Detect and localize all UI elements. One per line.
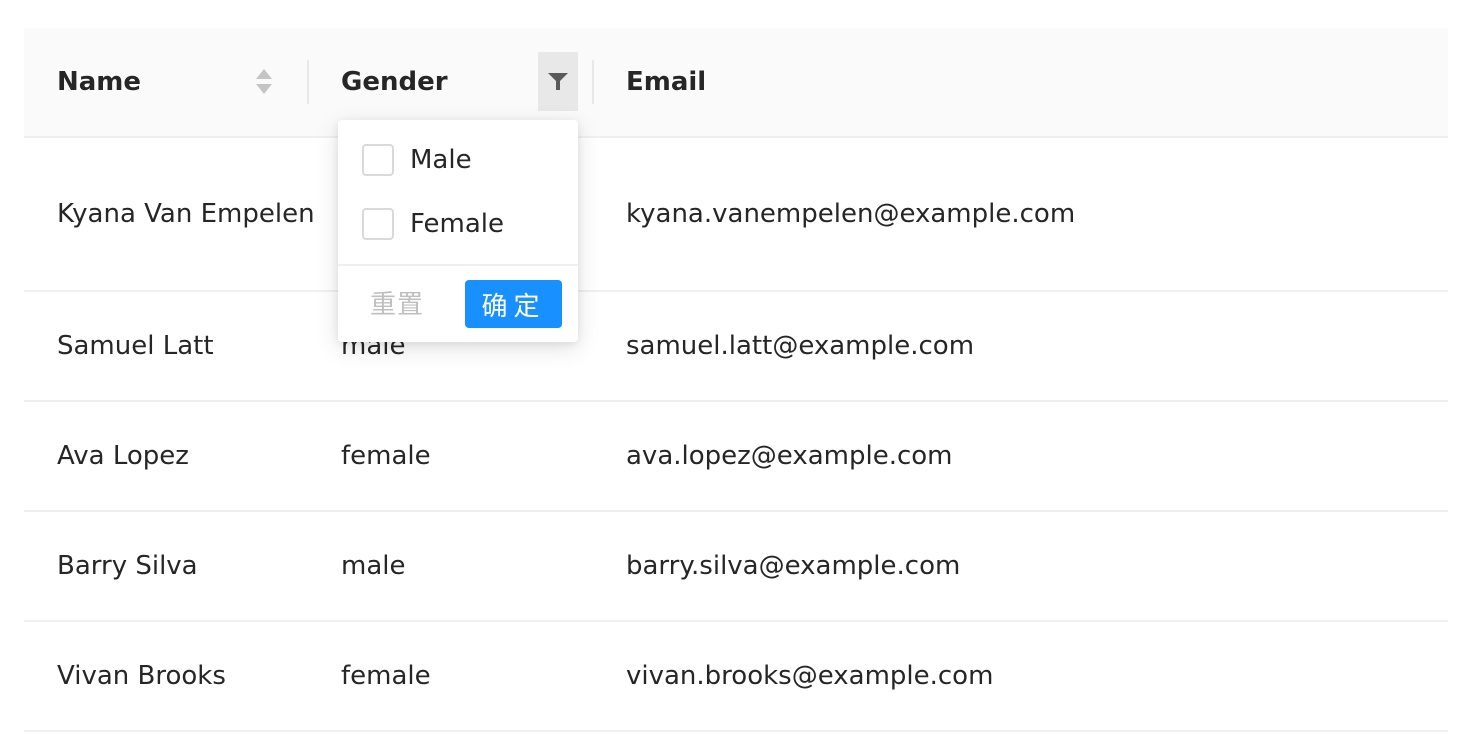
reset-button[interactable]: 重置	[370, 284, 424, 321]
filter-option-label: Female	[410, 209, 505, 239]
cell-name: Kyana Van Empelen	[57, 199, 315, 229]
cell-email: barry.silva@example.com	[626, 551, 961, 581]
table-row: Ava Lopez female ava.lopez@example.com	[24, 402, 1448, 512]
table-header: Name Gender Email	[24, 28, 1448, 138]
column-header-name-label: Name	[57, 67, 142, 97]
table-row: Vivan Brooks female vivan.brooks@example…	[24, 622, 1448, 732]
checkbox[interactable]	[362, 208, 394, 240]
cell-gender: male	[341, 551, 406, 581]
users-table: Name Gender Email Kyana Van Empelen fema…	[24, 28, 1448, 732]
cell-email: samuel.latt@example.com	[626, 331, 975, 361]
cell-email: vivan.brooks@example.com	[626, 661, 994, 691]
cell-name: Barry Silva	[57, 551, 198, 581]
column-divider	[307, 60, 309, 104]
column-header-email-label: Email	[626, 67, 707, 97]
cell-email: ava.lopez@example.com	[626, 441, 953, 471]
table-row: Kyana Van Empelen female kyana.vanempele…	[24, 138, 1448, 292]
column-header-name[interactable]: Name	[57, 28, 317, 136]
sort-descend-icon[interactable]	[256, 84, 272, 94]
sort-caret-icon[interactable]	[256, 69, 274, 97]
cell-email: kyana.vanempelen@example.com	[626, 199, 1076, 229]
cell-name: Vivan Brooks	[57, 661, 226, 691]
gender-filter-dropdown: Male Female 重置 确定	[338, 120, 578, 342]
column-divider	[592, 60, 594, 104]
divider	[338, 264, 578, 266]
sort-ascend-icon[interactable]	[256, 69, 272, 79]
table-row: Barry Silva male barry.silva@example.com	[24, 512, 1448, 622]
cell-name: Samuel Latt	[57, 331, 214, 361]
filter-option-label: Male	[410, 145, 472, 175]
cell-name: Ava Lopez	[57, 441, 189, 471]
filter-option-male[interactable]: Male	[362, 144, 472, 176]
column-header-gender-label: Gender	[341, 67, 448, 97]
filter-option-female[interactable]: Female	[362, 208, 504, 240]
cell-gender: female	[341, 441, 431, 471]
column-header-email: Email	[626, 28, 706, 136]
cell-gender: female	[341, 661, 431, 691]
filter-funnel-icon	[548, 72, 568, 90]
confirm-button[interactable]: 确定	[465, 280, 562, 328]
table-row: Samuel Latt male samuel.latt@example.com	[24, 292, 1448, 402]
checkbox[interactable]	[362, 144, 394, 176]
filter-trigger-button[interactable]	[538, 52, 578, 111]
